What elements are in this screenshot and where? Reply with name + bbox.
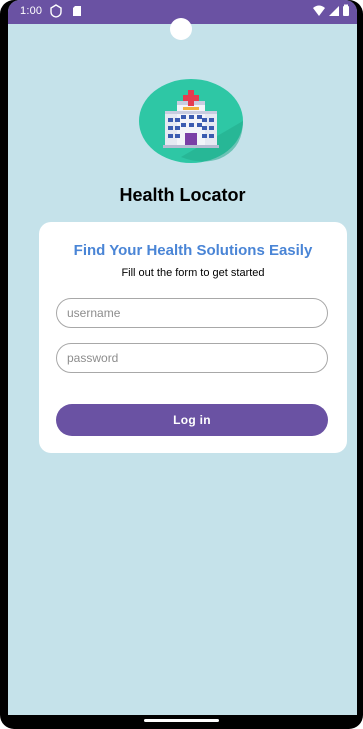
data-saver-icon [50,4,62,18]
cellular-icon [329,6,339,16]
sd-card-icon [73,6,81,16]
app-title: Health Locator [119,185,246,205]
card-subtitle: Fill out the form to get started [121,267,265,279]
device-frame: 1:00 Health Locator Find Your Health Sol… [0,0,363,729]
hospital-icon [139,79,243,163]
login-button[interactable]: Log in [56,404,328,436]
app-screen: 1:00 Health Locator Find Your Health Sol… [8,0,357,715]
card-title: Find Your Health Solutions Easily [73,242,313,259]
status-time: 1:00 [20,5,43,17]
camera-cutout [170,18,192,40]
navigation-handle[interactable] [144,719,219,722]
password-input[interactable] [56,343,328,373]
login-card: Find Your Health Solutions Easily Fill o… [39,222,347,453]
wifi-icon [313,5,325,16]
battery-icon [343,4,349,16]
username-input[interactable] [56,298,328,328]
